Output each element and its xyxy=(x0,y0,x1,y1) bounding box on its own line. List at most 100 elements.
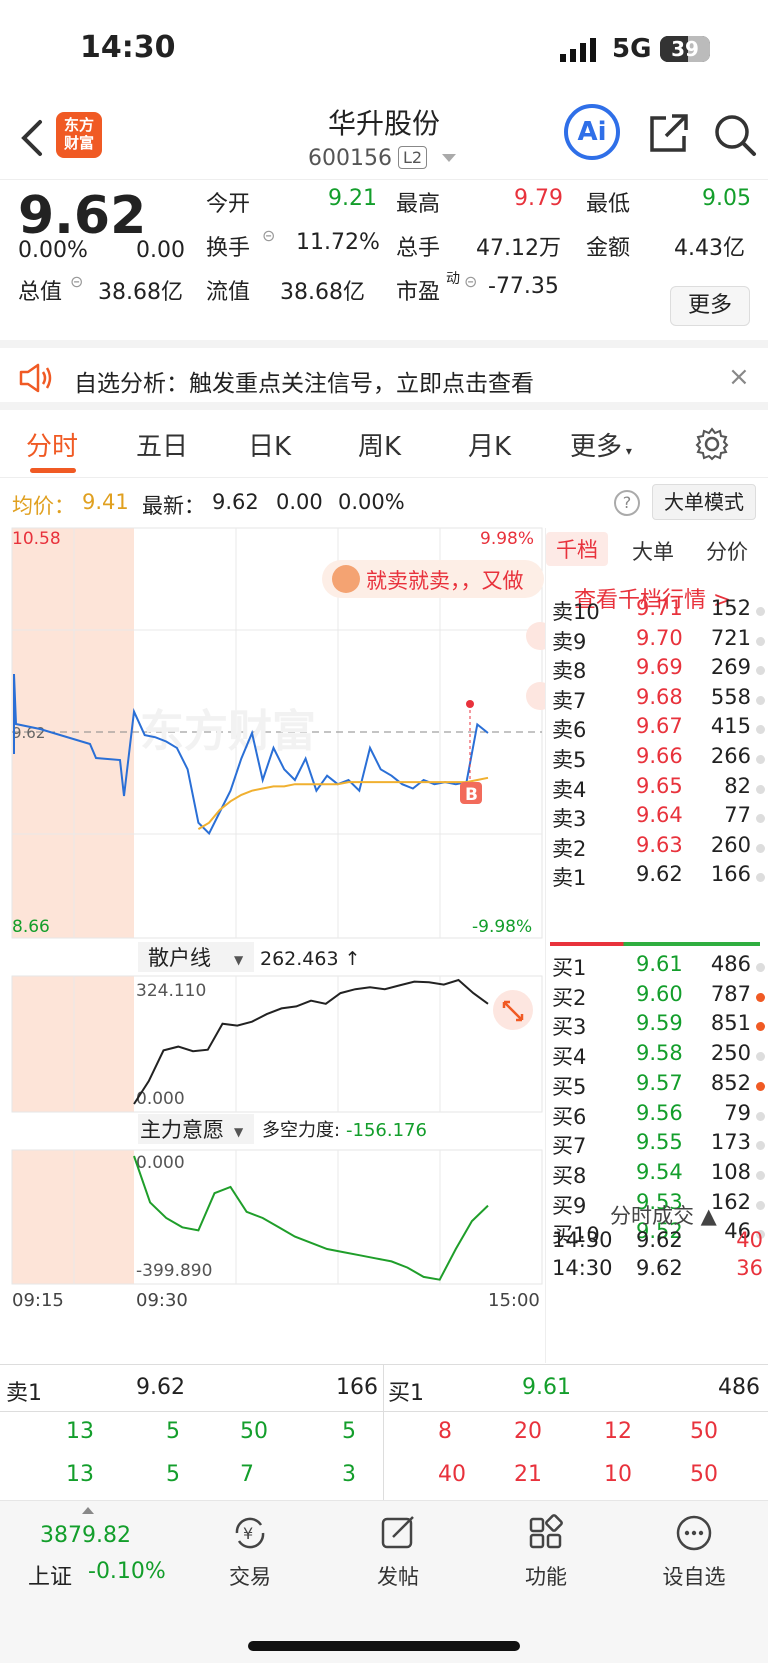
level-name: 买4 xyxy=(552,1045,587,1070)
main-force-selector[interactable]: 主力意愿 ▼ xyxy=(138,1114,254,1144)
more-dots-icon xyxy=(676,1515,712,1551)
nav-add-watchlist[interactable]: 设自选 xyxy=(634,1513,754,1591)
retail-value: 262.463 ↑ xyxy=(260,948,361,970)
bid-level[interactable]: 买1 9.61 486 xyxy=(550,952,765,982)
watermark: 东方财富 xyxy=(140,706,316,757)
level-volume: 269 xyxy=(710,655,751,680)
info-icon[interactable]: ⊝ xyxy=(70,272,83,291)
buy-queue-cell: 50 xyxy=(690,1419,718,1444)
tick-time: 14:30 xyxy=(552,1256,613,1280)
level-price: 9.59 xyxy=(636,1011,683,1036)
caret-up-icon xyxy=(82,1507,94,1514)
help-icon[interactable]: ? xyxy=(614,490,640,516)
level-price: 9.71 xyxy=(636,596,683,620)
tab-five-day[interactable]: 五日 xyxy=(136,426,188,463)
gear-icon[interactable] xyxy=(694,426,730,462)
ask-level[interactable]: 卖5 9.66 266 xyxy=(550,744,765,774)
notice-text: 自选分析：触发重点关注信号，立即点击查看 xyxy=(74,371,534,397)
expand-icon[interactable] xyxy=(493,990,533,1030)
sell-queue-cell: 5 xyxy=(342,1419,356,1444)
tab-big-order[interactable]: 大单 xyxy=(632,536,674,566)
more-button[interactable]: 更多 xyxy=(670,286,750,326)
ask-level[interactable]: 卖2 9.63 260 xyxy=(550,833,765,863)
bottom-nav: 3879.82 上证 -0.10% ¥ 交易 发帖 功能 设自选 xyxy=(0,1500,768,1663)
ask-level[interactable]: 卖8 9.69 269 xyxy=(550,655,765,685)
buy1-label: 买1 xyxy=(388,1381,424,1406)
search-icon[interactable] xyxy=(712,112,758,158)
tab-daily-k[interactable]: 日K xyxy=(248,426,291,463)
ask-level[interactable]: 卖9 9.70 721 xyxy=(550,626,765,656)
index-value: 3879.82 xyxy=(40,1523,131,1548)
chart-svg[interactable]: 东方财富 10.58 8.66 9.98% -9.98% 9.62 就卖就卖，，… xyxy=(0,524,545,1364)
battery-level: 39 xyxy=(671,37,699,61)
level-name: 卖5 xyxy=(552,748,587,772)
level-price: 9.60 xyxy=(636,981,683,1006)
ask-level[interactable]: 卖1 9.62 166 xyxy=(550,862,765,892)
level-price: 9.55 xyxy=(636,1130,683,1155)
latest-pct: 0.00% xyxy=(338,490,405,514)
level-volume: 486 xyxy=(710,952,751,976)
level-dot xyxy=(756,784,765,794)
big-order-mode-button[interactable]: 大单模式 xyxy=(652,484,756,520)
share-icon[interactable] xyxy=(646,112,690,156)
info-icon[interactable]: ⊝ xyxy=(262,226,275,245)
nav-add-watchlist-label: 设自选 xyxy=(662,1565,726,1589)
nav-post[interactable]: 发帖 xyxy=(338,1513,458,1591)
bid-level[interactable]: 买2 9.60 787 xyxy=(550,982,765,1012)
ask-level[interactable]: 卖4 9.65 82 xyxy=(550,774,765,804)
nav-function[interactable]: 功能 xyxy=(486,1513,606,1591)
yuan-exchange-icon: ¥ xyxy=(235,1517,265,1549)
level-volume: 82 xyxy=(724,773,751,798)
chevron-down-icon[interactable] xyxy=(442,154,456,162)
level1-summary: 卖1 9.62 166 买1 9.61 486 13 5 50 5 13 5 7 3 8 20 12… xyxy=(0,1364,768,1505)
bid-level[interactable]: 买6 9.56 79 xyxy=(550,1101,765,1131)
bid-level[interactable]: 买5 9.57 852 xyxy=(550,1071,765,1101)
tab-weekly-k[interactable]: 周K xyxy=(358,426,401,463)
bubble[interactable]: 就卖就卖，，又做 xyxy=(322,560,544,598)
level-price: 9.58 xyxy=(636,1041,683,1066)
level-volume: 108 xyxy=(710,1159,751,1184)
stock-code: 600156 xyxy=(308,146,392,171)
grid-icon xyxy=(529,1514,563,1549)
bid-level[interactable]: 买3 9.59 851 xyxy=(550,1011,765,1041)
float-label: 流值 xyxy=(206,280,251,305)
buy-marker[interactable]: B xyxy=(460,782,482,805)
ask-level[interactable]: 卖10 9.71 152 xyxy=(550,596,765,626)
time-label-close: 15:00 xyxy=(488,1290,540,1311)
ticks-header[interactable]: 分时成交 ▲ xyxy=(610,1200,717,1230)
level-price: 9.65 xyxy=(636,773,683,798)
tab-more[interactable]: 更多 ▾ xyxy=(570,426,632,463)
ask-level[interactable]: 卖6 9.67 415 xyxy=(550,714,765,744)
level-dot xyxy=(756,814,765,824)
tab-price-dist[interactable]: 分价 xyxy=(706,536,748,566)
level-dot xyxy=(756,695,765,705)
nav-trade[interactable]: ¥ 交易 xyxy=(190,1513,310,1591)
level-name: 卖9 xyxy=(552,629,587,654)
level-dot xyxy=(756,666,765,676)
tab-thousand-level[interactable]: 千档 xyxy=(546,532,608,566)
ask-level[interactable]: 卖7 9.68 558 xyxy=(550,685,765,715)
intraday-chart[interactable]: 东方财富 10.58 8.66 9.98% -9.98% 9.62 就卖就卖，，… xyxy=(0,524,545,1364)
pe-superscript: 动 xyxy=(446,271,460,287)
signal-icon xyxy=(560,38,596,62)
close-icon[interactable]: × xyxy=(728,362,750,392)
index-pct: -0.10% xyxy=(88,1559,166,1584)
tick-time: 14:30 xyxy=(552,1228,613,1252)
analysis-notice[interactable]: 自选分析：触发重点关注信号，立即点击查看 × xyxy=(0,340,768,410)
bid-level[interactable]: 买7 9.55 173 xyxy=(550,1130,765,1160)
bid-level[interactable]: 买8 9.54 108 xyxy=(550,1160,765,1190)
pe-label: 市盈 xyxy=(396,280,441,305)
home-indicator[interactable] xyxy=(248,1641,520,1651)
tab-monthly-k[interactable]: 月K xyxy=(468,426,511,463)
retail-selector[interactable]: 散户线 ▼ xyxy=(138,942,254,972)
info-icon[interactable]: ⊝ xyxy=(464,272,477,291)
float-value: 38.68亿 xyxy=(280,280,365,305)
ai-assistant-button[interactable]: Ai xyxy=(564,104,620,160)
buy-queue-cell: 40 xyxy=(438,1462,466,1487)
tab-intraday[interactable]: 分时 xyxy=(26,426,78,463)
ask-level[interactable]: 卖3 9.64 77 xyxy=(550,803,765,833)
high-value: 9.79 xyxy=(514,186,563,211)
status-time: 14:30 xyxy=(80,30,176,65)
bid-level[interactable]: 买4 9.58 250 xyxy=(550,1041,765,1071)
buy-queue-cell: 50 xyxy=(690,1462,718,1487)
